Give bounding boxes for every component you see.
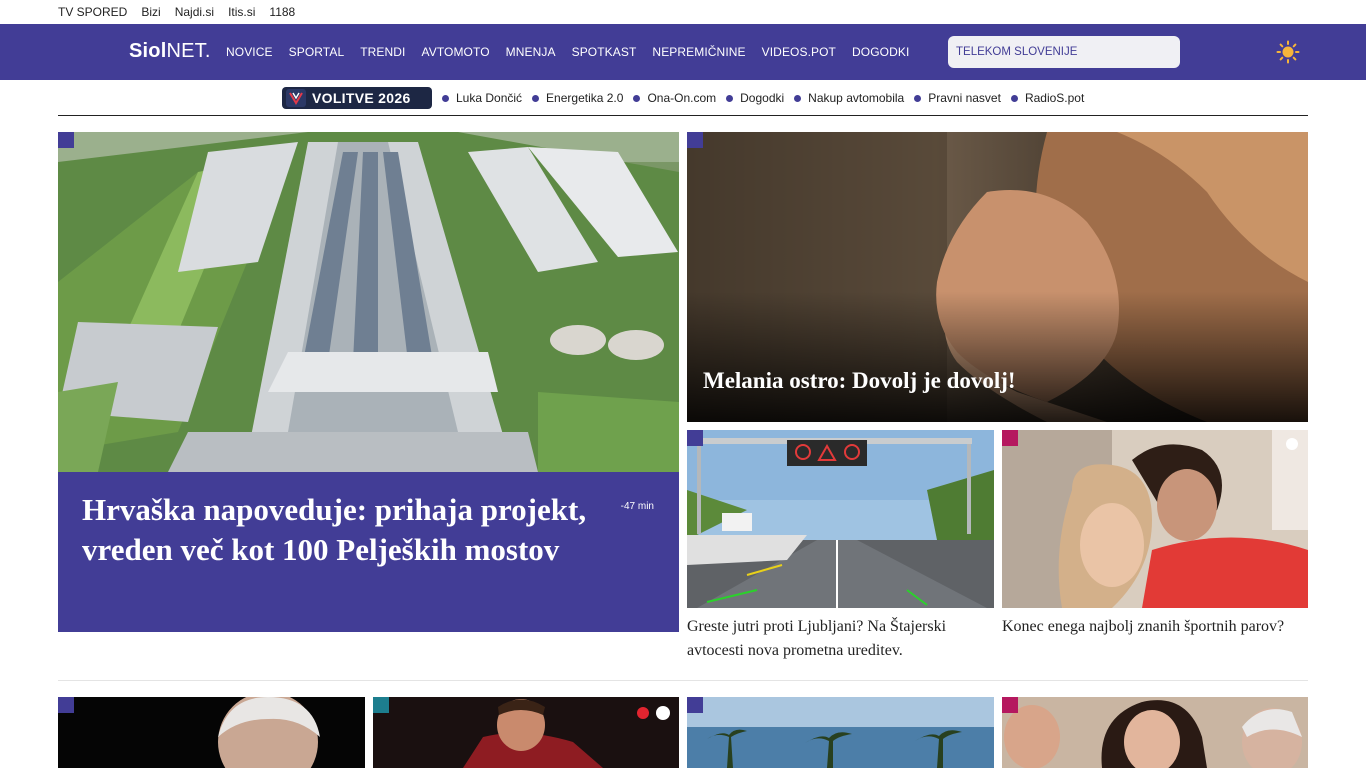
- bottom-article-1[interactable]: [58, 697, 365, 768]
- gallery-dot-icon: [1286, 438, 1298, 450]
- trending-item[interactable]: Luka Dončić: [442, 91, 522, 105]
- util-link-itis[interactable]: Itis.si: [228, 5, 255, 19]
- nav-dogodki[interactable]: DOGODKI: [852, 45, 909, 59]
- nav-sportal[interactable]: SPORTAL: [289, 45, 345, 59]
- lead-article-image[interactable]: [58, 132, 679, 472]
- bottom-article-3[interactable]: [687, 697, 994, 768]
- bullet-icon: [532, 94, 540, 102]
- sun-icon[interactable]: [1276, 40, 1300, 64]
- trending-item[interactable]: RadioS.pot: [1010, 91, 1085, 105]
- trending-label: RadioS.pot: [1024, 91, 1085, 105]
- nav-mnenja[interactable]: MNENJA: [506, 45, 556, 59]
- bullet-icon: [442, 94, 449, 102]
- main-nav: NOVICE SPORTAL TRENDI AVTOMOTO MNENJA SP…: [226, 24, 909, 80]
- gallery-dot-icon: [656, 706, 670, 720]
- bullet-icon: [794, 94, 802, 102]
- lead-article-title[interactable]: Hrvaška napoveduje: prihaja projekt, vre…: [82, 490, 602, 570]
- trending-label: Pravni nasvet: [928, 91, 1001, 105]
- melania-article[interactable]: Melania ostro: Dovolj je dovolj!: [687, 132, 1308, 422]
- util-link-1188[interactable]: 1188: [269, 5, 295, 19]
- bullet-icon: [914, 94, 922, 102]
- elections-badge[interactable]: VOLITVE 2026: [282, 87, 432, 109]
- bullet-icon: [1010, 94, 1018, 102]
- nav-videospot[interactable]: VIDEOS.POT: [762, 45, 836, 59]
- category-marker: [1002, 697, 1018, 713]
- bottom-article-2[interactable]: [373, 697, 679, 768]
- trending-label: Ona-On.com: [647, 91, 717, 105]
- category-marker: [58, 697, 74, 713]
- category-marker: [687, 132, 703, 148]
- category-marker: [1002, 430, 1018, 446]
- util-link-tv-spored[interactable]: TV SPORED: [58, 5, 127, 19]
- search-input[interactable]: TELEKOM SLOVENIJE: [948, 36, 1180, 68]
- bullet-icon: [633, 94, 641, 102]
- search-placeholder: TELEKOM SLOVENIJE: [956, 46, 1078, 58]
- category-marker: [687, 697, 703, 713]
- util-link-najdi[interactable]: Najdi.si: [175, 5, 214, 19]
- trending-item[interactable]: Dogodki: [726, 91, 784, 105]
- couple-article-title[interactable]: Konec enega najbolj znanih športnih paro…: [1002, 615, 1308, 639]
- trending-item[interactable]: Pravni nasvet: [914, 91, 1001, 105]
- road-article-title[interactable]: Greste jutri proti Ljubljani? Na Štajers…: [687, 615, 987, 663]
- couple-article-image[interactable]: [1002, 430, 1308, 608]
- category-marker: [687, 430, 703, 446]
- lead-article-box[interactable]: Hrvaška napoveduje: prihaja projekt, vre…: [58, 472, 679, 632]
- lead-article-time: -47 min: [620, 501, 654, 512]
- site-header: SiolNET. NOVICE SPORTAL TRENDI AVTOMOTO …: [0, 24, 1366, 80]
- melania-article-title[interactable]: Melania ostro: Dovolj je dovolj!: [703, 368, 1016, 394]
- trending-item[interactable]: Nakup avtomobila: [794, 91, 904, 105]
- bottom-article-4[interactable]: [1002, 697, 1308, 768]
- trending-item[interactable]: Ona-On.com: [633, 91, 716, 105]
- nav-avtomoto[interactable]: AVTOMOTO: [422, 45, 490, 59]
- category-marker: [373, 697, 389, 713]
- category-marker: [58, 132, 74, 148]
- trending-bar: VOLITVE 2026 Luka Dončić Energetika 2.0 …: [282, 87, 1084, 109]
- trending-label: Nakup avtomobila: [808, 91, 905, 105]
- site-logo[interactable]: SiolNET.: [129, 40, 211, 63]
- nav-novice[interactable]: NOVICE: [226, 45, 273, 59]
- divider: [58, 115, 1308, 116]
- road-article-image[interactable]: [687, 430, 994, 608]
- nav-trendi[interactable]: TRENDI: [360, 45, 405, 59]
- trending-label: Energetika 2.0: [546, 91, 624, 105]
- bullet-icon: [726, 94, 734, 102]
- gallery-dot-icon: [637, 707, 649, 719]
- utility-bar: TV SPORED Bizi Najdi.si Itis.si 1188: [58, 0, 295, 24]
- util-link-bizi[interactable]: Bizi: [141, 5, 160, 19]
- nav-nepremicnine[interactable]: NEPREMIČNINE: [652, 45, 745, 59]
- trending-label: Luka Dončić: [456, 91, 523, 105]
- section-divider: [58, 680, 1308, 681]
- elections-badge-label: VOLITVE 2026: [312, 90, 411, 106]
- ballot-icon: [286, 89, 306, 107]
- trending-label: Dogodki: [740, 91, 785, 105]
- trending-item[interactable]: Energetika 2.0: [532, 91, 623, 105]
- nav-spotkast[interactable]: SPOTKAST: [572, 45, 637, 59]
